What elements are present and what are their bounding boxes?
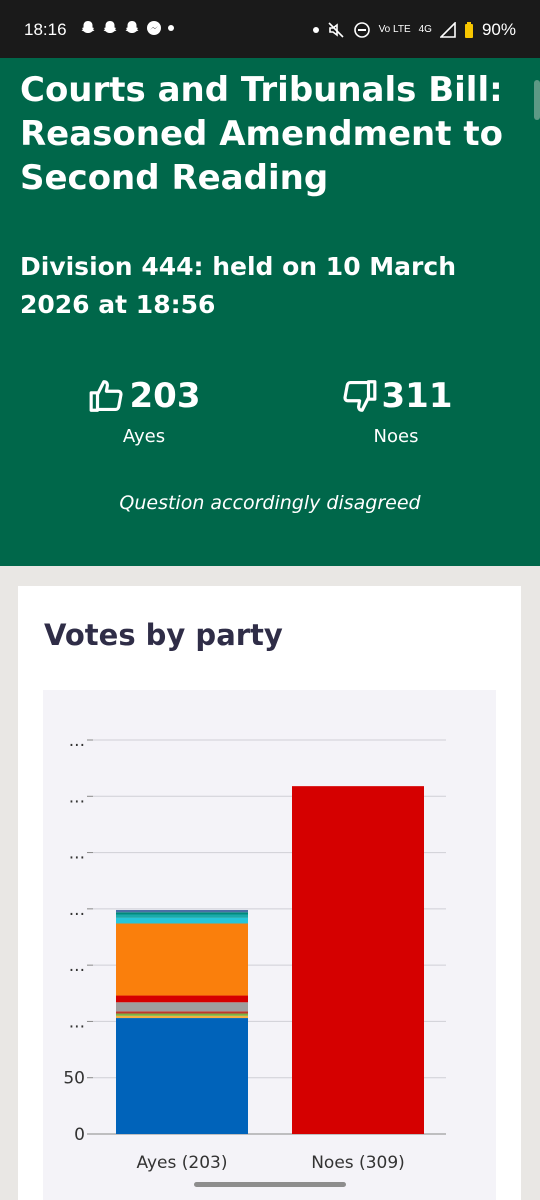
ayes-label: Ayes (122, 426, 166, 447)
dot-icon (168, 25, 174, 31)
network-label: 4G (418, 24, 432, 35)
snapchat-icon (125, 21, 139, 33)
thumbs-up-icon (89, 380, 123, 412)
votes-by-party-heading: Votes by party (44, 618, 283, 652)
status-bar: 18:16 Vo LTE 4G 90% (0, 0, 540, 58)
notification-icons (80, 20, 174, 36)
ayes-tally: 203 Ayes (44, 376, 244, 447)
messenger-icon (147, 21, 161, 35)
y-tick-label: ... (69, 900, 85, 920)
bar-segment (116, 1013, 248, 1016)
signal-icon (439, 22, 456, 38)
y-tick-label: 0 (74, 1125, 85, 1145)
status-time: 18:16 (24, 20, 67, 39)
ayes-count: 203 (129, 376, 201, 416)
y-tick-label: ... (69, 956, 85, 976)
y-tick-label: ... (69, 844, 85, 864)
chart-svg: 0 50.................. Ayes (203) Noes (309… (63, 731, 446, 1173)
noes-tally: 311 Noes (296, 376, 496, 447)
bar-segment (116, 1018, 248, 1134)
do-not-disturb-icon (353, 22, 370, 38)
division-outcome: Question accordingly disagreed (119, 492, 421, 514)
x-tick-label: Noes (309) (311, 1153, 405, 1173)
division-subtitle: Division 444: held on 10 March 2026 at 1… (20, 252, 456, 319)
noes-count: 311 (381, 376, 453, 416)
bar-segment (116, 1002, 248, 1012)
y-tick-label: ... (69, 731, 85, 751)
bar-segment (116, 923, 248, 996)
thumbs-down-icon (342, 380, 376, 412)
scrollbar-thumb[interactable] (534, 80, 540, 120)
battery-icon (464, 21, 473, 38)
bar-segment (116, 1015, 248, 1019)
snapchat-icon (81, 21, 95, 33)
snapchat-icon (103, 21, 117, 33)
lte-label: Vo LTE (378, 24, 411, 35)
bar-segment (116, 909, 248, 913)
mute-icon (327, 22, 344, 38)
bar-segment (116, 917, 248, 924)
dot-icon (312, 27, 319, 33)
y-tick-label: ... (69, 1012, 85, 1032)
votes-by-party-card: Votes by party 0 50.................. Ayes… (18, 586, 521, 1200)
y-tick-label: 50 (63, 1069, 85, 1089)
votes-by-party-chart: 0 50.................. Ayes (203) Noes (309… (43, 690, 496, 1200)
system-icons: Vo LTE 4G 90% (312, 20, 516, 40)
x-tick-label: Ayes (203) (137, 1153, 228, 1173)
bar-segment (116, 1011, 248, 1014)
battery-percent: 90% (481, 20, 516, 39)
home-indicator[interactable] (194, 1182, 346, 1187)
bill-title: Courts and Tribunals Bill: Reasoned Amen… (20, 70, 503, 198)
bar-segment (116, 912, 248, 915)
y-tick-label: ... (69, 787, 85, 807)
bar-segment (116, 914, 248, 918)
bar-segment (116, 995, 248, 1003)
noes-label: Noes (373, 426, 419, 447)
bar-segment (292, 786, 424, 1134)
division-header: Courts and Tribunals Bill: Reasoned Amen… (0, 58, 540, 566)
